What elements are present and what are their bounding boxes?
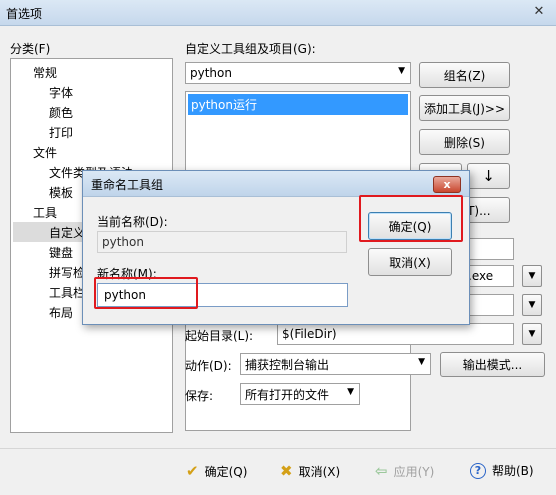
tree-item-keyboard[interactable]: 键盘 — [49, 244, 73, 261]
tool-group-value: python — [190, 66, 232, 80]
close-icon[interactable]: ✕ — [528, 3, 550, 21]
cancel-button[interactable]: ✖ 取消(X) — [280, 462, 340, 480]
window-titlebar: 首选项 ✕ — [0, 0, 556, 26]
current-name-label: 当前名称(D): — [97, 215, 168, 229]
tree-item-tools[interactable]: 工具 — [33, 204, 57, 221]
tree-item-print[interactable]: 打印 — [49, 124, 73, 141]
current-name-field: python — [97, 231, 347, 253]
close-icon[interactable]: x — [433, 176, 461, 193]
start-dir-field[interactable]: $(FileDir) — [277, 323, 514, 345]
rename-dialog: 重命名工具组 x 当前名称(D): python 新名称(M): python … — [82, 170, 470, 325]
tool-group-select[interactable]: python ▼ — [185, 62, 411, 84]
chevron-down-icon: ▼ — [347, 387, 354, 397]
tree-item-general[interactable]: 常规 — [33, 64, 57, 81]
output-mode-button[interactable]: 输出模式... — [440, 352, 545, 377]
chevron-down-icon[interactable]: ▼ — [522, 294, 542, 316]
tree-item-font[interactable]: 字体 — [49, 84, 73, 101]
highlight-box — [94, 277, 198, 309]
help-button[interactable]: ? 帮助(B) — [470, 462, 534, 479]
tree-item-color[interactable]: 颜色 — [49, 104, 73, 121]
chevron-down-icon[interactable]: ▼ — [522, 323, 542, 345]
tool-group-label: 自定义工具组及项目(G): — [185, 42, 316, 56]
window-title: 首选项 — [6, 7, 43, 21]
tree-item-templates[interactable]: 模板 — [49, 184, 73, 201]
chevron-down-icon[interactable]: ▼ — [522, 265, 542, 287]
move-down-button[interactable]: ↓ — [467, 163, 510, 189]
ok-button-label: 确定(Q) — [204, 464, 248, 479]
action-value: 捕获控制台输出 — [245, 357, 330, 372]
list-item[interactable]: python运行 — [188, 94, 408, 115]
current-name-value: python — [102, 235, 144, 249]
help-icon: ? — [470, 462, 486, 479]
delete-button[interactable]: 删除(S) — [419, 129, 510, 155]
dialog-cancel-button[interactable]: 取消(X) — [368, 248, 452, 276]
ok-button[interactable]: ✔ 确定(Q) — [186, 462, 247, 480]
add-tool-button[interactable]: 添加工具(J)>> — [419, 95, 510, 121]
apply-button-label: 应用(Y) — [393, 464, 435, 479]
help-button-label: 帮助(B) — [492, 464, 534, 478]
action-select[interactable]: 捕获控制台输出 ▼ — [240, 353, 431, 375]
group-name-button[interactable]: 组名(Z) — [419, 62, 510, 88]
checkmark-icon: ✔ — [186, 462, 199, 480]
category-label: 分类(F) — [10, 42, 51, 56]
tree-item-layout[interactable]: 布局 — [49, 304, 73, 321]
command-suffix: .exe — [468, 269, 494, 283]
start-dir-value: $(FileDir) — [282, 327, 337, 341]
tree-item-toolbar[interactable]: 工具栏 — [49, 284, 85, 301]
action-label: 动作(D): — [185, 359, 232, 373]
chevron-down-icon: ▼ — [398, 66, 405, 76]
cross-icon: ✖ — [280, 462, 293, 480]
apply-button[interactable]: ⇦ 应用(Y) — [375, 462, 434, 480]
start-dir-label: 起始目录(L): — [185, 329, 254, 343]
cancel-button-label: 取消(X) — [298, 464, 341, 479]
apply-arrow-icon: ⇦ — [375, 462, 388, 480]
save-label: 保存: — [185, 389, 214, 403]
highlight-box — [359, 195, 463, 242]
tree-item-file[interactable]: 文件 — [33, 144, 57, 161]
dialog-titlebar: 重命名工具组 — [83, 171, 469, 197]
chevron-down-icon: ▼ — [418, 357, 425, 367]
dialog-title: 重命名工具组 — [91, 178, 164, 192]
save-select[interactable]: 所有打开的文件 ▼ — [240, 383, 360, 405]
save-value: 所有打开的文件 — [245, 387, 330, 402]
